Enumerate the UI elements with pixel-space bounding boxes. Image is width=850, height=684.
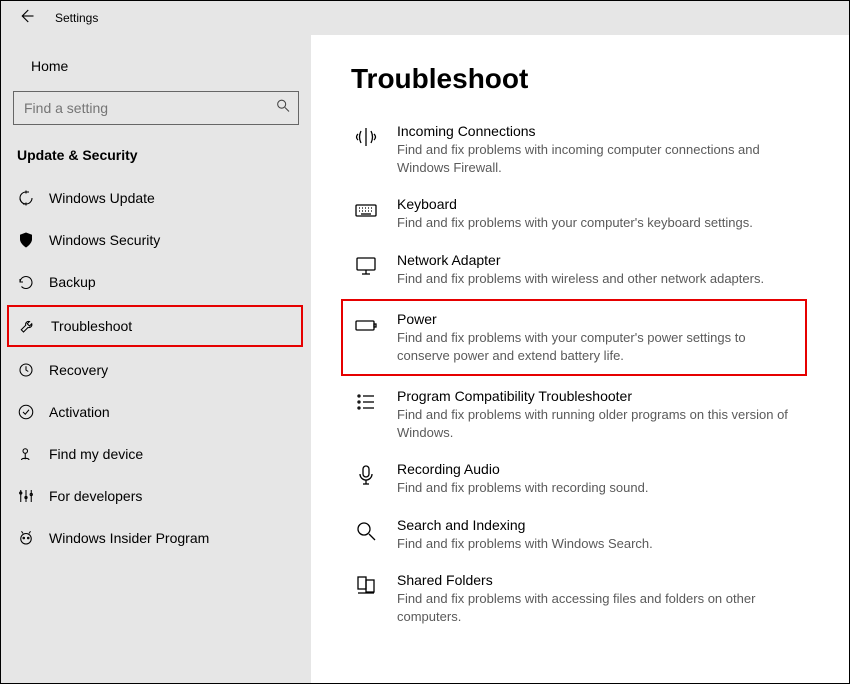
window-title: Settings — [55, 11, 98, 25]
item-desc: Find and fix problems with your computer… — [397, 214, 753, 232]
sidebar-item-backup[interactable]: Backup — [1, 261, 311, 303]
sidebar-item-label: Windows Insider Program — [49, 530, 209, 546]
item-title: Shared Folders — [397, 572, 799, 588]
item-title: Recording Audio — [397, 461, 648, 477]
main-pane: Troubleshoot Incoming Connections Find a… — [311, 35, 849, 683]
item-title: Network Adapter — [397, 252, 764, 268]
sidebar-item-windows-security[interactable]: Windows Security — [1, 219, 311, 261]
item-desc: Find and fix problems with your computer… — [397, 329, 795, 364]
shield-icon — [17, 231, 35, 249]
troubleshooter-keyboard[interactable]: Keyboard Find and fix problems with your… — [351, 186, 809, 242]
titlebar: Settings — [1, 1, 849, 35]
network-icon — [353, 252, 379, 278]
troubleshooter-power[interactable]: Power Find and fix problems with your co… — [341, 299, 807, 376]
sidebar-item-label: Windows Security — [49, 232, 160, 248]
item-title: Power — [397, 311, 795, 327]
sidebar-item-windows-update[interactable]: Windows Update — [1, 177, 311, 219]
troubleshooter-search-indexing[interactable]: Search and Indexing Find and fix problem… — [351, 507, 809, 563]
item-desc: Find and fix problems with incoming comp… — [397, 141, 799, 176]
sidebar-home-label: Home — [31, 58, 68, 74]
incoming-icon — [353, 123, 379, 149]
sidebar-category: Update & Security — [1, 139, 311, 177]
sidebar-item-recovery[interactable]: Recovery — [1, 349, 311, 391]
troubleshooter-incoming-connections[interactable]: Incoming Connections Find and fix proble… — [351, 113, 809, 186]
sidebar-item-label: Activation — [49, 404, 110, 420]
sidebar-home[interactable]: Home — [1, 47, 311, 85]
troubleshooter-recording-audio[interactable]: Recording Audio Find and fix problems wi… — [351, 451, 809, 507]
sidebar: Home Update & Security Windows Update Wi… — [1, 35, 311, 683]
troubleshooter-list: Incoming Connections Find and fix proble… — [351, 113, 809, 636]
item-title: Program Compatibility Troubleshooter — [397, 388, 799, 404]
wrench-icon — [19, 317, 37, 335]
item-title: Keyboard — [397, 196, 753, 212]
sidebar-item-activation[interactable]: Activation — [1, 391, 311, 433]
item-desc: Find and fix problems with wireless and … — [397, 270, 764, 288]
troubleshooter-program-compatibility[interactable]: Program Compatibility Troubleshooter Fin… — [351, 378, 809, 451]
sidebar-item-for-developers[interactable]: For developers — [1, 475, 311, 517]
sidebar-item-troubleshoot[interactable]: Troubleshoot — [7, 305, 303, 347]
sidebar-item-label: Windows Update — [49, 190, 155, 206]
battery-icon — [353, 311, 379, 337]
backup-icon — [17, 273, 35, 291]
search-icon — [275, 98, 291, 119]
item-title: Incoming Connections — [397, 123, 799, 139]
page-title: Troubleshoot — [351, 63, 809, 95]
item-title: Search and Indexing — [397, 517, 653, 533]
sidebar-item-find-my-device[interactable]: Find my device — [1, 433, 311, 475]
insider-icon — [17, 529, 35, 547]
item-desc: Find and fix problems with recording sou… — [397, 479, 648, 497]
sidebar-item-label: Recovery — [49, 362, 108, 378]
troubleshooter-network-adapter[interactable]: Network Adapter Find and fix problems wi… — [351, 242, 809, 298]
search-input[interactable] — [13, 91, 299, 125]
sidebar-item-insider-program[interactable]: Windows Insider Program — [1, 517, 311, 559]
item-desc: Find and fix problems with accessing fil… — [397, 590, 799, 625]
search-wrap — [13, 91, 299, 125]
shared-folders-icon — [353, 572, 379, 598]
list-icon — [353, 388, 379, 414]
update-icon — [17, 189, 35, 207]
troubleshooter-shared-folders[interactable]: Shared Folders Find and fix problems wit… — [351, 562, 809, 635]
item-desc: Find and fix problems with running older… — [397, 406, 799, 441]
microphone-icon — [353, 461, 379, 487]
sidebar-item-label: Troubleshoot — [51, 318, 132, 334]
find-device-icon — [17, 445, 35, 463]
developers-icon — [17, 487, 35, 505]
recovery-icon — [17, 361, 35, 379]
sidebar-item-label: Backup — [49, 274, 96, 290]
keyboard-icon — [353, 196, 379, 222]
item-desc: Find and fix problems with Windows Searc… — [397, 535, 653, 553]
sidebar-item-label: Find my device — [49, 446, 143, 462]
activation-icon — [17, 403, 35, 421]
sidebar-item-label: For developers — [49, 488, 142, 504]
search-icon — [353, 517, 379, 543]
back-button[interactable] — [17, 7, 35, 30]
